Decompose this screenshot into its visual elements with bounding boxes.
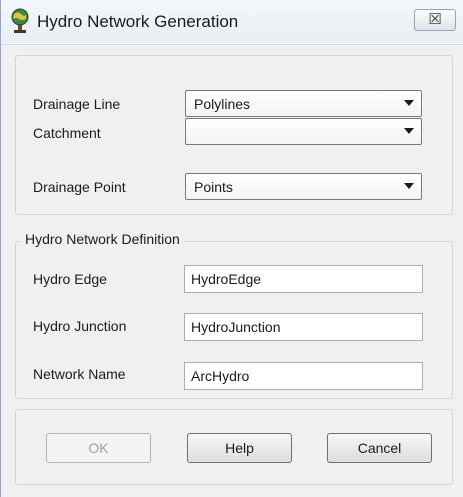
chevron-down-icon (404, 183, 414, 189)
network-name-label: Network Name (33, 366, 126, 382)
drainage-line-label: Drainage Line (33, 96, 121, 112)
drainage-point-label: Drainage Point (33, 179, 126, 195)
catchment-select[interactable] (185, 118, 422, 145)
drainage-point-value: Points (194, 179, 233, 195)
chevron-down-icon (404, 128, 414, 134)
group-legend: Hydro Network Definition (21, 231, 184, 247)
title-bar[interactable]: Hydro Network Generation ☒ (1, 0, 463, 45)
close-button[interactable]: ☒ (414, 9, 456, 31)
network-name-field[interactable]: ArcHydro (184, 362, 423, 390)
hydro-edge-field[interactable]: HydroEdge (184, 265, 423, 293)
arc-hydro-globe-icon (11, 8, 29, 33)
dialog-window: Hydro Network Generation ☒ Drainage Line… (0, 0, 463, 497)
ok-button[interactable]: OK (46, 433, 151, 463)
hydro-junction-field[interactable]: HydroJunction (184, 313, 423, 341)
drainage-line-select[interactable]: Polylines (185, 90, 422, 117)
hydro-edge-label: Hydro Edge (33, 271, 107, 287)
window-title: Hydro Network Generation (37, 12, 239, 31)
catchment-label: Catchment (33, 125, 101, 141)
close-icon: ☒ (428, 11, 442, 28)
help-button[interactable]: Help (187, 433, 292, 463)
hydro-junction-label: Hydro Junction (33, 318, 127, 334)
drainage-line-value: Polylines (194, 96, 251, 112)
cancel-button[interactable]: Cancel (327, 433, 432, 463)
chevron-down-icon (404, 100, 414, 106)
drainage-point-select[interactable]: Points (185, 173, 422, 200)
